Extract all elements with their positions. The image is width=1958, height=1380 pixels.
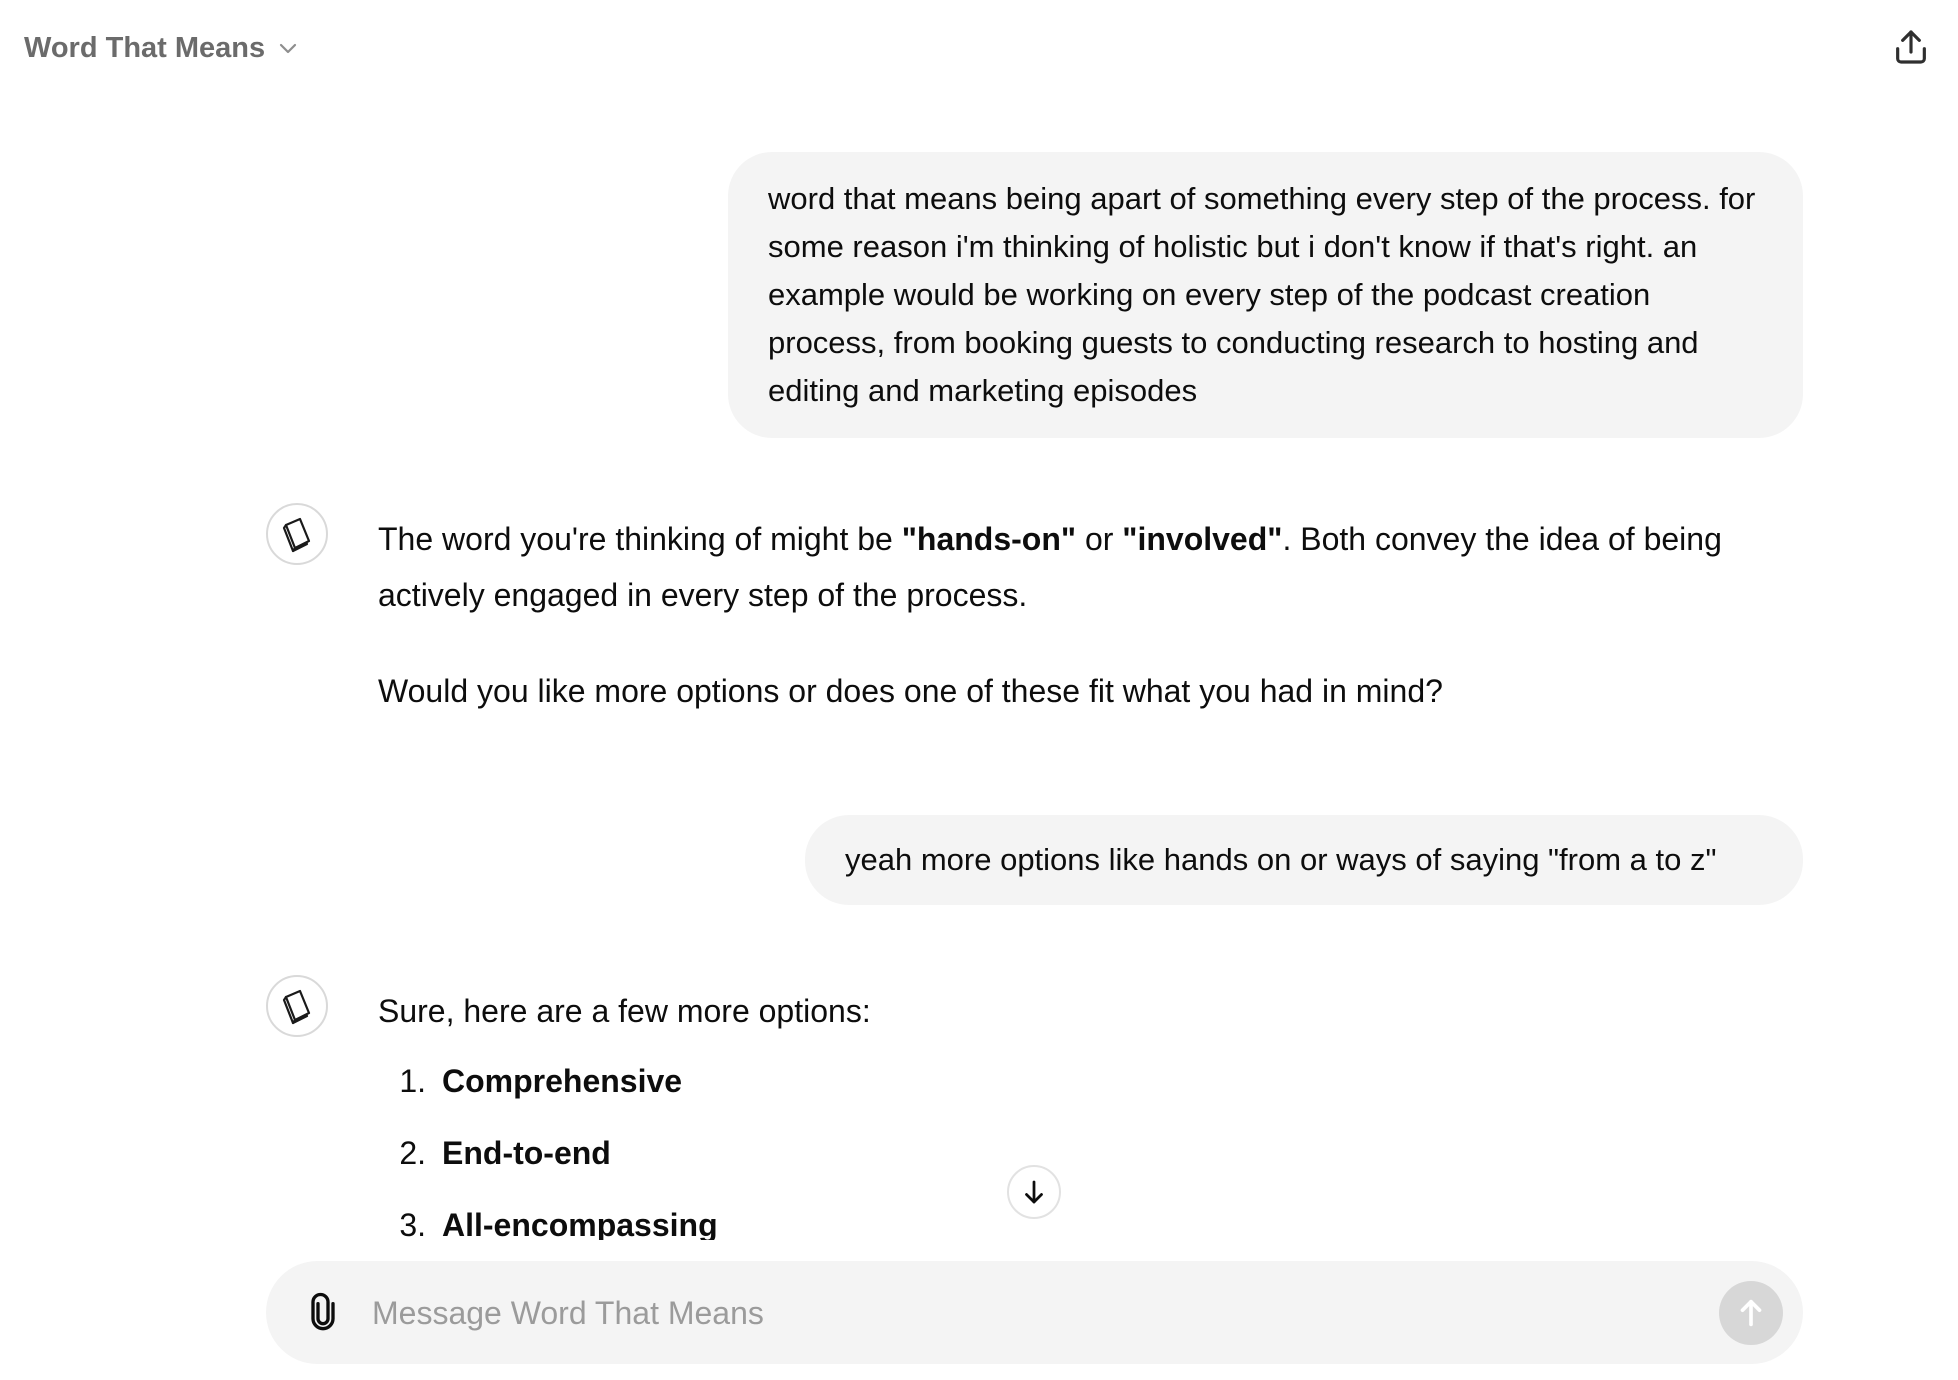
send-button[interactable] xyxy=(1719,1281,1783,1345)
gpt-selector-button[interactable]: Word That Means xyxy=(14,24,311,72)
options-list: 1. Comprehensive 2. End-to-end 3. All-en… xyxy=(378,1045,1798,1261)
reply-paragraph: Would you like more options or does one … xyxy=(378,673,1443,709)
list-label: Comprehensive xyxy=(442,1063,683,1099)
book-icon xyxy=(276,985,318,1027)
list-label: End-to-end xyxy=(442,1135,611,1171)
reply-text-segment: The word you're thinking of might be xyxy=(378,521,902,557)
list-item: 1. Comprehensive xyxy=(378,1045,1798,1117)
attach-file-button[interactable] xyxy=(298,1287,348,1337)
assistant-reply-text: Sure, here are a few more options: 1. Co… xyxy=(378,983,1798,1261)
list-item: 2. End-to-end xyxy=(378,1117,1798,1189)
reply-bold-term: "involved" xyxy=(1122,521,1283,557)
arrow-down-icon xyxy=(1019,1177,1049,1207)
list-number: 1. xyxy=(399,1063,426,1099)
reply-text-segment: or xyxy=(1076,521,1123,557)
header: Word That Means xyxy=(0,0,1958,96)
message-input[interactable] xyxy=(370,1283,1674,1343)
chat-title: Word That Means xyxy=(24,31,266,64)
share-upload-icon xyxy=(1891,27,1931,67)
chat-page: Word That Means word that means being ap… xyxy=(0,0,1958,1380)
user-message: word that means being apart of something… xyxy=(728,152,1803,438)
avatar xyxy=(266,975,328,1037)
avatar xyxy=(266,503,328,565)
share-button[interactable] xyxy=(1880,16,1942,78)
reply-paragraph: The word you're thinking of might be "ha… xyxy=(378,511,1798,623)
book-icon xyxy=(276,513,318,555)
paperclip-icon xyxy=(303,1292,343,1332)
message-composer xyxy=(266,1261,1803,1364)
chevron-down-icon xyxy=(275,35,301,61)
assistant-reply-text: The word you're thinking of might be "ha… xyxy=(378,511,1798,719)
list-number: 2. xyxy=(399,1135,426,1171)
user-message: yeah more options like hands on or ways … xyxy=(805,815,1803,905)
reply-intro: Sure, here are a few more options: xyxy=(378,993,871,1029)
scroll-to-bottom-button[interactable] xyxy=(1007,1165,1061,1219)
arrow-up-icon xyxy=(1734,1296,1768,1330)
reply-bold-term: "hands-on" xyxy=(901,521,1077,557)
